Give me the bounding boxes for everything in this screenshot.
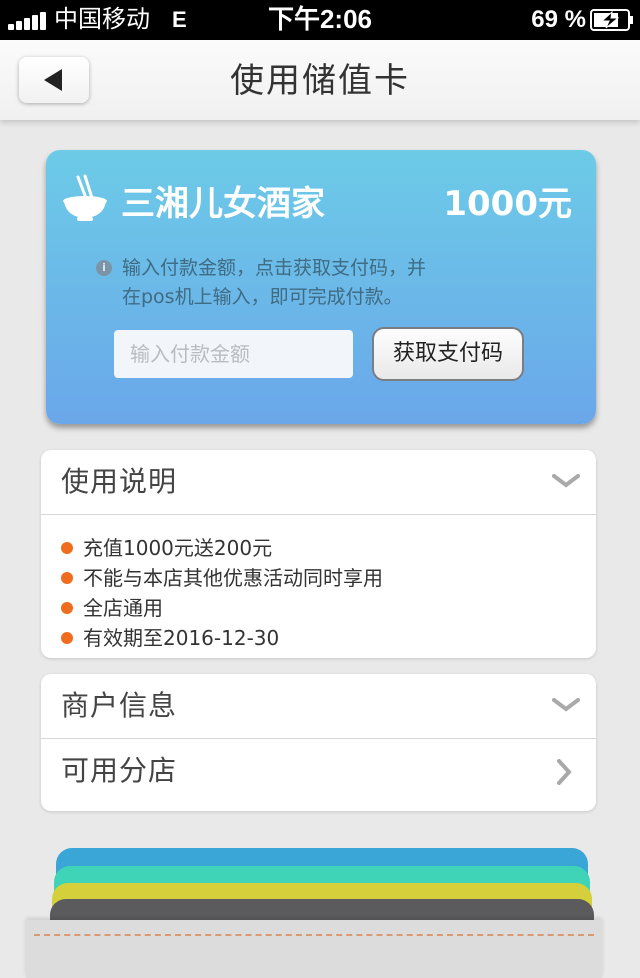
status-bar: 中国移动 E 下午2:06 69 % [0, 0, 640, 40]
chevron-right-icon [557, 759, 572, 785]
get-payment-code-button[interactable]: 获取支付码 [372, 327, 524, 381]
payment-hint-line1: 输入付款金额，点击获取支付码，并 [122, 257, 427, 279]
usage-title: 使用说明 [61, 465, 178, 498]
stored-value-card: 三湘儿女酒家 1000元 i 输入付款金额，点击获取支付码，并 在pos机上输入… [46, 150, 596, 424]
navigation-bar: 使用储值卡 [0, 40, 640, 120]
list-item: 充值1000元送200元 [41, 533, 596, 563]
usage-header[interactable]: 使用说明 [41, 450, 596, 514]
chevron-down-icon [552, 698, 580, 712]
list-item: 不能与本店其他优惠活动同时享用 [41, 563, 596, 593]
branches-row[interactable]: 可用分店 [41, 739, 596, 803]
card-pocket [26, 920, 602, 978]
info-icon: i [96, 260, 112, 276]
bullet-icon [61, 602, 73, 614]
bowl-chopsticks-icon [63, 174, 107, 221]
chevron-down-icon [552, 474, 580, 488]
card-balance: 1000元 [443, 184, 572, 224]
battery-percentage: 69 % [531, 6, 586, 33]
dashed-stitch [34, 934, 594, 936]
branches-label: 可用分店 [61, 754, 178, 787]
bullet-icon [61, 572, 73, 584]
list-item: 有效期至2016-12-30 [41, 623, 596, 653]
shop-name: 三湘儿女酒家 [121, 184, 325, 224]
usage-rules-list: 充值1000元送200元 不能与本店其他优惠活动同时享用 全店通用 有效期至20… [41, 515, 596, 653]
merchant-panel: 商户信息 可用分店 [41, 674, 596, 811]
merchant-info-label: 商户信息 [61, 689, 178, 722]
bullet-icon [61, 632, 73, 644]
list-item: 全店通用 [41, 593, 596, 623]
page-title: 使用储值卡 [230, 61, 410, 101]
battery-charging-icon [590, 9, 633, 31]
payment-hint-line2: 在pos机上输入，即可完成付款。 [122, 286, 403, 308]
usage-panel: 使用说明 充值1000元送200元 不能与本店其他优惠活动同时享用 全店通用 有… [41, 450, 596, 658]
merchant-info-row[interactable]: 商户信息 [41, 674, 596, 738]
payment-amount-input[interactable] [114, 330, 353, 378]
bullet-icon [61, 542, 73, 554]
